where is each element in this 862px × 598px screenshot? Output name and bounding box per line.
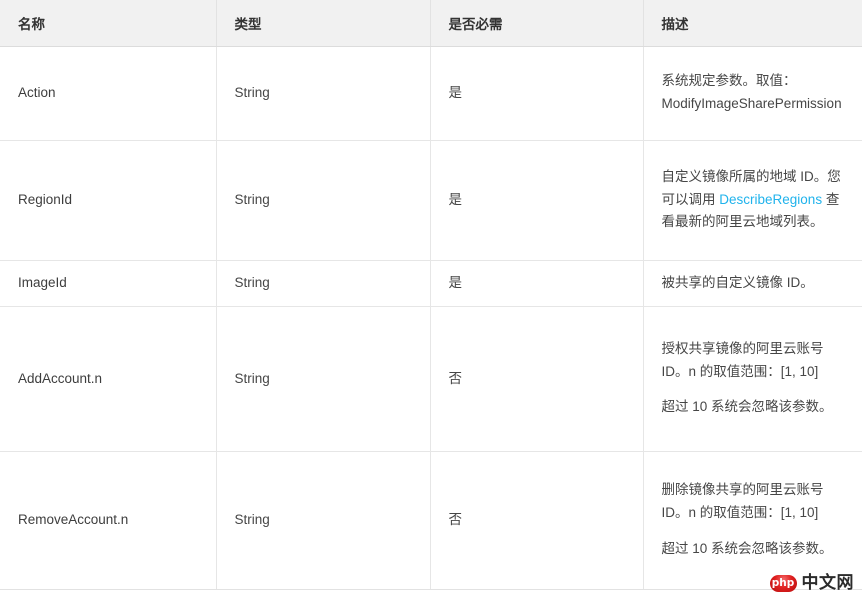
parameter-description: 被共享的自定义镜像 ID。 [643, 260, 862, 307]
parameter-type: String [216, 306, 431, 452]
parameter-description: 系统规定参数。取值：ModifyImageSharePermission [643, 46, 862, 141]
description-paragraph: 自定义镜像所属的地域 ID。您可以调用 DescribeRegions 查看最新… [662, 166, 849, 235]
parameter-type: String [216, 451, 431, 590]
table-row: AddAccount.n String 否 授权共享镜像的阿里云账号 ID。n … [0, 306, 862, 452]
column-header-name: 名称 [0, 0, 217, 47]
parameter-description: 授权共享镜像的阿里云账号 ID。n 的取值范围：[1, 10] 超过 10 系统… [643, 306, 862, 452]
table-body: Action String 是 系统规定参数。取值：ModifyImageSha… [0, 46, 862, 590]
parameter-name: RegionId [0, 140, 217, 261]
description-paragraph: 超过 10 系统会忽略该参数。 [661, 399, 833, 415]
table-header-row: 名称 类型 是否必需 描述 [0, 0, 862, 47]
parameter-description: 自定义镜像所属的地域 ID。您可以调用 DescribeRegions 查看最新… [643, 140, 862, 261]
table-header: 名称 类型 是否必需 描述 [0, 0, 862, 47]
parameter-required: 否 [430, 451, 644, 590]
description-paragraph: 授权共享镜像的阿里云账号 ID。n 的取值范围：[1, 10] [661, 340, 824, 379]
column-header-required: 是否必需 [430, 0, 644, 47]
table-row: ImageId String 是 被共享的自定义镜像 ID。 [0, 260, 862, 307]
parameter-type: String [216, 140, 431, 261]
parameter-required: 是 [430, 140, 644, 261]
document-page: 名称 类型 是否必需 描述 Action String 是 系统规定参数。取值：… [0, 0, 862, 598]
description-paragraph: 超过 10 系统会忽略该参数。 [661, 540, 833, 556]
table-row: Action String 是 系统规定参数。取值：ModifyImageSha… [0, 46, 862, 141]
parameter-name: Action [0, 46, 217, 141]
parameter-name: RemoveAccount.n [0, 451, 217, 590]
column-header-description: 描述 [643, 0, 862, 47]
table-row: RegionId String 是 自定义镜像所属的地域 ID。您可以调用 De… [0, 140, 862, 261]
description-paragraph: 系统规定参数。取值：ModifyImageSharePermission [661, 73, 842, 111]
description-paragraph: 被共享的自定义镜像 ID。 [661, 274, 814, 290]
column-header-type: 类型 [216, 0, 431, 47]
parameter-required: 否 [430, 306, 644, 452]
parameter-required: 是 [430, 46, 644, 141]
describe-regions-link[interactable]: DescribeRegions [719, 192, 822, 207]
parameter-type: String [216, 46, 431, 141]
table-row: RemoveAccount.n String 否 删除镜像共享的阿里云账号 ID… [0, 451, 862, 590]
parameter-description: 删除镜像共享的阿里云账号 ID。n 的取值范围：[1, 10] 超过 10 系统… [643, 451, 862, 590]
parameter-name: ImageId [0, 260, 217, 307]
api-parameters-table: 名称 类型 是否必需 描述 Action String 是 系统规定参数。取值：… [0, 0, 862, 590]
parameter-type: String [216, 260, 431, 307]
parameter-name: AddAccount.n [0, 306, 217, 452]
parameter-required: 是 [430, 260, 644, 307]
description-paragraph: 删除镜像共享的阿里云账号 ID。n 的取值范围：[1, 10] [661, 482, 824, 521]
